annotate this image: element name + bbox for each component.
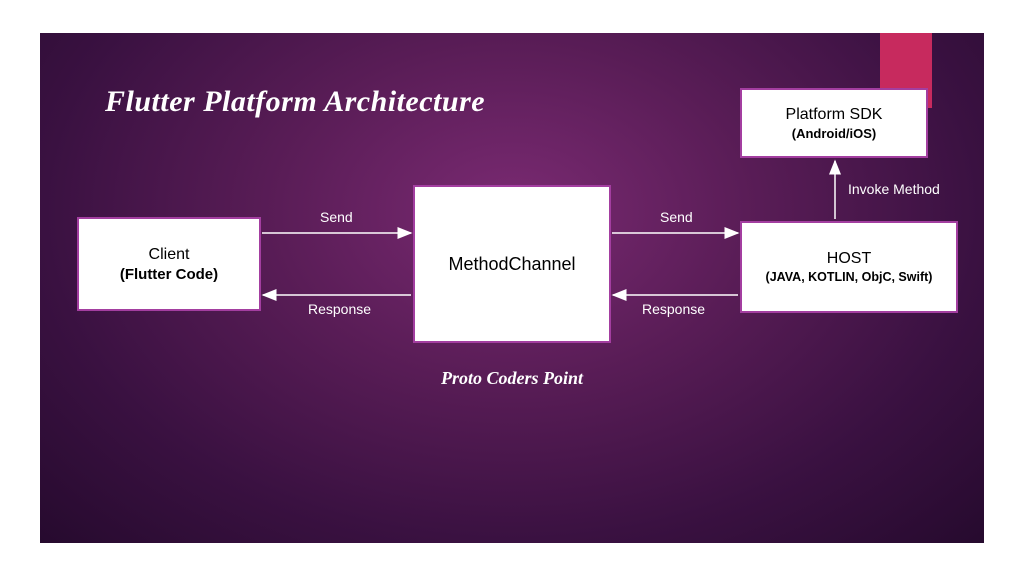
label-response-right: Response xyxy=(642,301,705,317)
slide-canvas: Flutter Platform Architecture Client (Fl… xyxy=(40,33,984,543)
box-host-title: HOST xyxy=(827,250,871,268)
box-client-title: Client xyxy=(149,246,190,264)
box-method-title: MethodChannel xyxy=(448,254,575,275)
label-invoke-method: Invoke Method xyxy=(848,181,940,197)
box-sdk-title: Platform SDK xyxy=(786,106,883,124)
box-client-subtitle: (Flutter Code) xyxy=(120,266,218,283)
credit-text: Proto Coders Point xyxy=(40,368,984,389)
box-host: HOST (JAVA, KOTLIN, ObjC, Swift) xyxy=(740,221,958,313)
slide-title: Flutter Platform Architecture xyxy=(105,85,485,119)
label-send-right: Send xyxy=(660,209,693,225)
box-method-channel: MethodChannel xyxy=(413,185,611,343)
box-client: Client (Flutter Code) xyxy=(77,217,261,311)
label-response-left: Response xyxy=(308,301,371,317)
box-platform-sdk: Platform SDK (Android/iOS) xyxy=(740,88,928,158)
box-sdk-subtitle: (Android/iOS) xyxy=(792,126,877,141)
box-host-subtitle: (JAVA, KOTLIN, ObjC, Swift) xyxy=(766,270,933,284)
label-send-left: Send xyxy=(320,209,353,225)
